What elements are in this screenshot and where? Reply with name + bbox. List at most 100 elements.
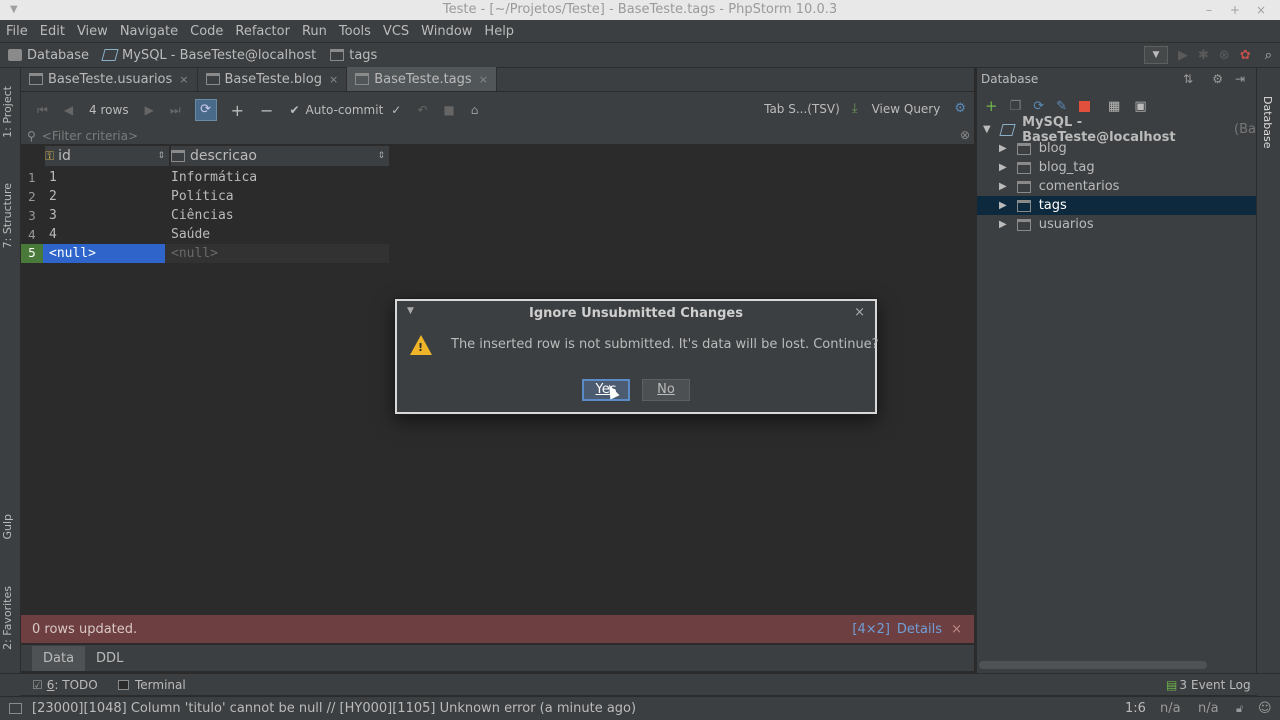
first-page-icon[interactable]: ⏮ [37,103,48,118]
minimize-button[interactable]: – [1198,0,1220,20]
details-link[interactable]: Details [897,622,942,637]
close-tab-icon[interactable]: × [479,73,488,86]
favorites-tool-button[interactable]: 2: Favorites [1,586,14,650]
commit-icon[interactable]: ✓ [391,103,401,117]
menu-refactor[interactable]: Refactor [235,24,290,39]
table-row[interactable]: 3 3 Ciências [21,206,389,225]
add-datasource-icon[interactable]: + [985,97,998,115]
expand-icon[interactable]: ▶ [999,162,1007,173]
menu-edit[interactable]: Edit [40,24,65,39]
tree-table-tags-selected[interactable]: ▶ tags [977,196,1256,215]
cursor-position[interactable]: 1:6 [1125,701,1146,716]
tab-ddl[interactable]: DDL [85,646,134,671]
tab-blog[interactable]: BaseTeste.blog × [198,67,348,91]
breadcrumb-database[interactable]: Database [8,48,89,63]
run-config-dropdown[interactable]: ▼ [1144,46,1168,64]
toggle-tool-windows-icon[interactable] [9,703,22,714]
tree-table-blog[interactable]: ▶ blog [999,139,1067,158]
settings-icon[interactable]: ⚙ [954,101,966,116]
refresh-icon[interactable]: ⟳ [1033,99,1044,114]
table-row[interactable]: 2 2 Política [21,187,389,206]
table-row[interactable]: 4 4 Saúde [21,225,389,244]
sort-icon[interactable]: ⇕ [157,151,165,161]
view-query-button[interactable]: View Query [872,102,941,116]
tree-connection[interactable]: ▼ MySQL - BaseTeste@localhost (Ba [983,115,1256,145]
properties-icon[interactable]: ✎ [1056,99,1067,114]
lock-icon[interactable]: 🔓︎ [1236,702,1243,716]
close-tab-icon[interactable]: × [179,73,188,86]
table-editor-icon[interactable]: ▦ [1108,99,1120,114]
panel-settings-icon[interactable]: ⚙ [1212,72,1223,86]
cell-id[interactable]: 2 [43,189,169,204]
autocommit-checkbox[interactable]: ✔ Auto-commit ✓ [289,103,401,117]
expand-icon[interactable]: ▶ [999,200,1007,211]
column-header-id[interactable]: ⚿ id ⇕ [45,146,169,166]
clear-filter-icon[interactable]: ⊗ [960,128,970,142]
menu-file[interactable]: File [6,24,28,39]
terminal-tool-button[interactable]: Terminal [118,678,186,692]
event-log-button[interactable]: ▤ 3 Event Log [1166,678,1251,692]
tab-tags[interactable]: BaseTeste.tags × [347,67,497,91]
last-page-icon[interactable]: ⏭ [170,103,181,118]
dialog-close-button[interactable]: × [854,305,865,320]
tab-usuarios[interactable]: BaseTeste.usuarios × [21,67,198,91]
menu-help[interactable]: Help [484,24,514,39]
cell-descricao[interactable]: Saúde [169,227,210,242]
menu-code[interactable]: Code [190,24,223,39]
tree-table-usuarios[interactable]: ▶ usuarios [999,215,1094,234]
structure-tool-button[interactable]: 7: Structure [1,183,14,248]
window-menu-icon[interactable]: ▼ [10,0,18,20]
rollback-icon[interactable]: ↶ [417,103,427,117]
run-icon[interactable]: ▶ [1178,48,1188,63]
breadcrumb-table[interactable]: tags [330,48,377,63]
cell-id[interactable]: 1 [43,170,169,185]
menu-view[interactable]: View [77,24,108,39]
debug-icon[interactable]: ✱ [1198,48,1209,63]
inspector-icon[interactable]: ☺ [1258,701,1272,716]
menu-tools[interactable]: Tools [339,24,371,39]
menu-navigate[interactable]: Navigate [120,24,178,39]
menu-run[interactable]: Run [302,24,327,39]
close-banner-icon[interactable]: × [951,622,962,637]
format-selector[interactable]: Tab S...(TSV) [764,102,840,116]
tab-data[interactable]: Data [32,645,86,671]
filter-input[interactable]: <Filter criteria> [42,129,138,143]
menu-vcs[interactable]: VCS [383,24,409,39]
tree-table-comentarios[interactable]: ▶ comentarios [999,177,1119,196]
cell-descricao[interactable]: <null> [169,246,218,261]
close-window-button[interactable]: × [1250,0,1272,20]
expand-icon[interactable]: ▶ [999,181,1007,192]
project-tool-button[interactable]: 1: Project [1,86,14,138]
next-page-icon[interactable]: ▶ [145,103,154,117]
export-icon[interactable]: ⤓ [852,101,858,116]
add-row-button[interactable]: + [231,101,244,120]
no-button[interactable]: No [642,379,690,401]
previous-page-icon[interactable]: ◀ [64,103,73,117]
encoding[interactable]: n/a [1198,701,1219,716]
cell-id[interactable]: 3 [43,208,169,223]
sync-icon[interactable]: ⇅ [1183,72,1193,86]
hide-panel-icon[interactable]: ⇥ [1235,72,1245,86]
expand-icon[interactable]: ▶ [999,219,1007,230]
delete-row-button[interactable]: − [260,101,273,120]
console-icon[interactable]: ▣ [1134,99,1146,114]
column-header-descricao[interactable]: descricao ⇕ [171,146,389,166]
line-separator[interactable]: n/a [1160,701,1181,716]
database-tool-button[interactable]: Database [1261,96,1274,149]
todo-tool-button[interactable]: ☑ 6 : TODO [32,678,98,692]
cell-descricao[interactable]: Ciências [169,208,234,223]
collapse-icon[interactable]: ▼ [983,124,991,135]
cell-id[interactable]: 4 [43,227,169,242]
cell-descricao[interactable]: Política [169,189,234,204]
stop-icon[interactable]: ⊗ [1219,48,1230,63]
breadcrumb-connection[interactable]: MySQL - BaseTeste@localhost [101,48,316,63]
vcs-icon[interactable]: ✿ [1240,48,1251,63]
table-row[interactable]: 1 1 Informática [21,168,389,187]
tx-icon[interactable]: ⌂ [471,103,479,117]
sort-icon[interactable]: ⇕ [377,151,385,161]
maximize-button[interactable]: + [1224,0,1246,20]
status-message[interactable]: [23000][1048] Column 'titulo' cannot be … [32,701,636,716]
stop-query-icon[interactable]: ■ [443,103,454,117]
search-icon[interactable]: ⌕ [1265,48,1272,63]
menu-window[interactable]: Window [421,24,472,39]
